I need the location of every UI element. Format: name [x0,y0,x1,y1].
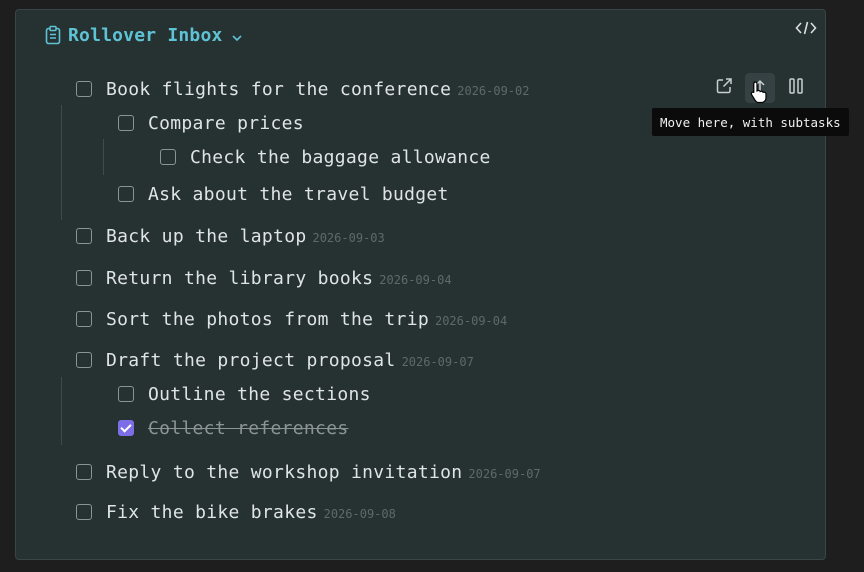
task-date: 2026-09-02 [457,84,530,98]
task-checkbox[interactable] [76,81,92,97]
task-item: Outline the sections [118,382,371,406]
task-label: Sort the photos from the trip [106,308,429,330]
external-link-icon [714,76,734,100]
task-checkbox[interactable] [118,386,134,402]
pause-button[interactable] [781,73,811,103]
task-item: Draft the project proposal 2026-09-07 [76,348,474,372]
tooltip: Move here, with subtasks [652,108,849,136]
task-label: Return the library books [106,267,374,289]
task-checkbox[interactable] [118,115,134,131]
task-date: 2026-09-04 [434,314,508,328]
task-checkbox[interactable] [118,186,134,202]
task-item: Collect references [118,416,348,440]
subtask-guide-line [103,139,104,175]
task-date: 2026-09-07 [468,467,541,481]
task-checkbox[interactable] [76,311,92,327]
subtask-guide-line [61,377,62,445]
chevron-down-icon[interactable] [231,29,243,42]
task-item: Sort the photos from the trip 2026-09-04 [76,307,507,331]
task-item: Ask about the travel budget [118,182,449,206]
task-label: Ask about the travel budget [148,183,449,205]
task-checkbox[interactable] [76,270,92,286]
task-item: Return the library books 2026-09-04 [76,266,452,290]
clipboard-icon [44,25,62,45]
open-task-button[interactable] [709,73,739,103]
task-item: Compare prices [118,111,304,135]
task-checkbox[interactable] [118,420,134,436]
panel-header[interactable]: Rollover Inbox [44,24,243,46]
mouse-pointer-icon [749,80,769,108]
task-item: Back up the laptop 2026-09-03 [76,224,385,248]
task-label: Draft the project proposal [106,349,396,371]
task-label: Compare prices [148,112,304,134]
panel-title: Rollover Inbox [68,24,223,46]
task-label: Fix the bike brakes [106,501,318,523]
task-date: 2026-09-08 [323,507,396,521]
task-date: 2026-09-03 [312,231,385,245]
task-label: Check the baggage allowance [190,146,491,168]
task-item: Book flights for the conference 2026-09-0… [76,77,530,101]
task-label: Reply to the workshop invitation [106,461,463,483]
task-checkbox[interactable] [76,504,92,520]
task-item: Check the baggage allowance [160,145,491,169]
task-label: Outline the sections [148,383,371,405]
code-view-button[interactable] [794,20,818,40]
code-icon [795,20,817,40]
task-checkbox[interactable] [76,228,92,244]
rollover-inbox-panel: Rollover Inbox Book flights for the conf… [15,9,826,560]
subtask-guide-line [61,105,62,220]
task-item: Fix the bike brakes 2026-09-08 [76,500,396,524]
task-label: Back up the laptop [106,225,307,247]
task-label: Collect references [148,417,349,439]
task-item: Reply to the workshop invitation 2026-09-… [76,460,541,484]
task-date: 2026-09-07 [401,355,474,369]
task-checkbox[interactable] [76,352,92,368]
task-checkbox[interactable] [76,464,92,480]
task-date: 2026-09-04 [379,273,452,287]
task-label: Book flights for the conference [106,78,452,100]
pause-icon [786,76,806,100]
task-checkbox[interactable] [160,149,176,165]
